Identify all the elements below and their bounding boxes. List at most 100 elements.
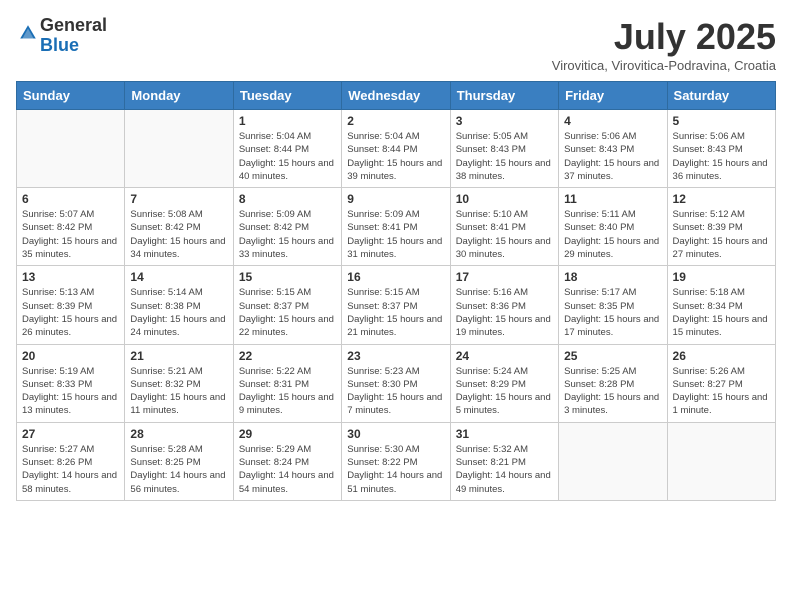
calendar-week-1: 1Sunrise: 5:04 AM Sunset: 8:44 PM Daylig… [17,110,776,188]
day-number: 12 [673,192,770,206]
table-row: 26 Sunrise: 5:26 AM Sunset: 8:27 PM Dayli… [667,344,775,422]
logo-general-text: General [40,16,107,36]
day-info: Sunrise: 5:25 AM Sunset: 8:28 PM Dayligh… [564,365,661,418]
table-row: 20 Sunrise: 5:19 AM Sunset: 8:33 PM Dayli… [17,344,125,422]
table-row: 27 Sunrise: 5:27 AM Sunset: 8:26 PM Dayli… [17,422,125,500]
day-info: Sunrise: 5:11 AM Sunset: 8:40 PM Dayligh… [564,208,661,261]
day-info: Sunrise: 5:32 AM Sunset: 8:21 PM Dayligh… [456,443,553,496]
day-number: 7 [130,192,227,206]
day-number: 1 [239,114,336,128]
day-info: Sunrise: 5:12 AM Sunset: 8:39 PM Dayligh… [673,208,770,261]
day-info: Sunrise: 5:15 AM Sunset: 8:37 PM Dayligh… [239,286,336,339]
day-info: Sunrise: 5:18 AM Sunset: 8:34 PM Dayligh… [673,286,770,339]
day-number: 2 [347,114,444,128]
table-row [125,110,233,188]
day-number: 26 [673,349,770,363]
table-row: 5 Sunrise: 5:06 AM Sunset: 8:43 PM Daylig… [667,110,775,188]
day-number: 23 [347,349,444,363]
day-number: 28 [130,427,227,441]
table-row: 15 Sunrise: 5:15 AM Sunset: 8:37 PM Dayli… [233,266,341,344]
table-row: 30 Sunrise: 5:30 AM Sunset: 8:22 PM Dayli… [342,422,450,500]
day-info: Sunrise: 5:09 AM Sunset: 8:41 PM Dayligh… [347,208,444,261]
title-area: July 2025 Virovitica, Virovitica-Podravi… [552,16,776,73]
table-row: 17 Sunrise: 5:16 AM Sunset: 8:36 PM Dayli… [450,266,558,344]
day-info: Sunrise: 5:24 AM Sunset: 8:29 PM Dayligh… [456,365,553,418]
table-row: 24 Sunrise: 5:24 AM Sunset: 8:29 PM Dayli… [450,344,558,422]
header-friday: Friday [559,82,667,110]
calendar-header-row: Sunday Monday Tuesday Wednesday Thursday… [17,82,776,110]
calendar-week-4: 20 Sunrise: 5:19 AM Sunset: 8:33 PM Dayli… [17,344,776,422]
calendar-week-3: 13Sunrise: 5:13 AM Sunset: 8:39 PM Dayli… [17,266,776,344]
day-info: Sunrise: 5:19 AM Sunset: 8:33 PM Dayligh… [22,365,119,418]
day-info: Sunrise: 5:13 AM Sunset: 8:39 PM Dayligh… [22,286,119,339]
day-info: Sunrise: 5:23 AM Sunset: 8:30 PM Dayligh… [347,365,444,418]
header-sunday: Sunday [17,82,125,110]
day-number: 20 [22,349,119,363]
table-row: 2Sunrise: 5:04 AM Sunset: 8:44 PM Daylig… [342,110,450,188]
day-info: Sunrise: 5:05 AM Sunset: 8:43 PM Dayligh… [456,130,553,183]
location-subtitle: Virovitica, Virovitica-Podravina, Croati… [552,58,776,73]
header-saturday: Saturday [667,82,775,110]
day-number: 19 [673,270,770,284]
day-number: 14 [130,270,227,284]
calendar-table: Sunday Monday Tuesday Wednesday Thursday… [16,81,776,501]
day-number: 11 [564,192,661,206]
table-row: 18Sunrise: 5:17 AM Sunset: 8:35 PM Dayli… [559,266,667,344]
table-row: 16 Sunrise: 5:15 AM Sunset: 8:37 PM Dayli… [342,266,450,344]
logo-blue-text: Blue [40,36,107,56]
day-info: Sunrise: 5:15 AM Sunset: 8:37 PM Dayligh… [347,286,444,339]
day-info: Sunrise: 5:06 AM Sunset: 8:43 PM Dayligh… [673,130,770,183]
table-row: 28 Sunrise: 5:28 AM Sunset: 8:25 PM Dayli… [125,422,233,500]
table-row [559,422,667,500]
table-row: 1Sunrise: 5:04 AM Sunset: 8:44 PM Daylig… [233,110,341,188]
day-info: Sunrise: 5:09 AM Sunset: 8:42 PM Dayligh… [239,208,336,261]
header-monday: Monday [125,82,233,110]
day-info: Sunrise: 5:08 AM Sunset: 8:42 PM Dayligh… [130,208,227,261]
table-row: 29 Sunrise: 5:29 AM Sunset: 8:24 PM Dayli… [233,422,341,500]
table-row: 19 Sunrise: 5:18 AM Sunset: 8:34 PM Dayli… [667,266,775,344]
day-number: 30 [347,427,444,441]
day-info: Sunrise: 5:28 AM Sunset: 8:25 PM Dayligh… [130,443,227,496]
day-number: 15 [239,270,336,284]
table-row: 11 Sunrise: 5:11 AM Sunset: 8:40 PM Dayli… [559,188,667,266]
day-number: 4 [564,114,661,128]
day-info: Sunrise: 5:27 AM Sunset: 8:26 PM Dayligh… [22,443,119,496]
table-row: 6Sunrise: 5:07 AM Sunset: 8:42 PM Daylig… [17,188,125,266]
table-row: 4Sunrise: 5:06 AM Sunset: 8:43 PM Daylig… [559,110,667,188]
day-info: Sunrise: 5:29 AM Sunset: 8:24 PM Dayligh… [239,443,336,496]
day-info: Sunrise: 5:14 AM Sunset: 8:38 PM Dayligh… [130,286,227,339]
day-number: 31 [456,427,553,441]
calendar-week-2: 6Sunrise: 5:07 AM Sunset: 8:42 PM Daylig… [17,188,776,266]
day-number: 27 [22,427,119,441]
header-tuesday: Tuesday [233,82,341,110]
table-row [667,422,775,500]
table-row: 23 Sunrise: 5:23 AM Sunset: 8:30 PM Dayli… [342,344,450,422]
calendar-week-5: 27 Sunrise: 5:27 AM Sunset: 8:26 PM Dayli… [17,422,776,500]
table-row: 8 Sunrise: 5:09 AM Sunset: 8:42 PM Daylig… [233,188,341,266]
logo: General Blue [16,16,107,56]
header-thursday: Thursday [450,82,558,110]
logo-icon [18,23,38,43]
table-row: 10Sunrise: 5:10 AM Sunset: 8:41 PM Dayli… [450,188,558,266]
table-row: 31 Sunrise: 5:32 AM Sunset: 8:21 PM Dayli… [450,422,558,500]
day-number: 18 [564,270,661,284]
day-number: 16 [347,270,444,284]
table-row: 14 Sunrise: 5:14 AM Sunset: 8:38 PM Dayli… [125,266,233,344]
day-number: 29 [239,427,336,441]
month-title: July 2025 [552,16,776,58]
day-number: 8 [239,192,336,206]
day-number: 5 [673,114,770,128]
table-row [17,110,125,188]
day-info: Sunrise: 5:26 AM Sunset: 8:27 PM Dayligh… [673,365,770,418]
day-info: Sunrise: 5:21 AM Sunset: 8:32 PM Dayligh… [130,365,227,418]
header-wednesday: Wednesday [342,82,450,110]
day-info: Sunrise: 5:30 AM Sunset: 8:22 PM Dayligh… [347,443,444,496]
header: General Blue July 2025 Virovitica, Virov… [16,16,776,73]
day-number: 17 [456,270,553,284]
day-number: 25 [564,349,661,363]
table-row: 12 Sunrise: 5:12 AM Sunset: 8:39 PM Dayli… [667,188,775,266]
table-row: 25 Sunrise: 5:25 AM Sunset: 8:28 PM Dayli… [559,344,667,422]
day-number: 9 [347,192,444,206]
day-info: Sunrise: 5:16 AM Sunset: 8:36 PM Dayligh… [456,286,553,339]
day-number: 24 [456,349,553,363]
